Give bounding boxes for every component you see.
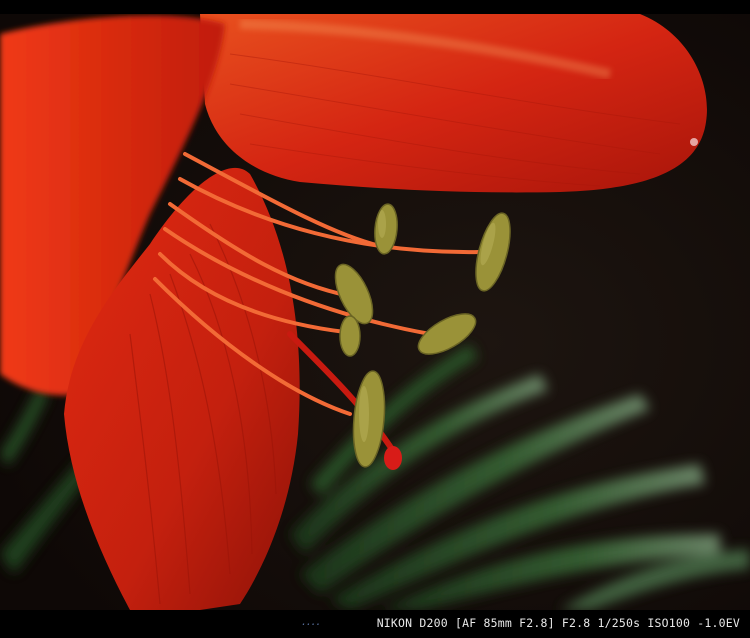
photo-frame: .... NIKON D200 [AF 85mm F2.8] F2.8 1/25… — [0, 0, 750, 638]
lily-photo — [0, 14, 750, 610]
exif-caption: NIKON D200 [AF 85mm F2.8] F2.8 1/250s IS… — [376, 616, 740, 630]
top-border — [0, 0, 750, 14]
lily-illustration — [0, 14, 750, 610]
watermark: .... — [302, 614, 322, 628]
caption-bar: .... NIKON D200 [AF 85mm F2.8] F2.8 1/25… — [0, 612, 750, 638]
